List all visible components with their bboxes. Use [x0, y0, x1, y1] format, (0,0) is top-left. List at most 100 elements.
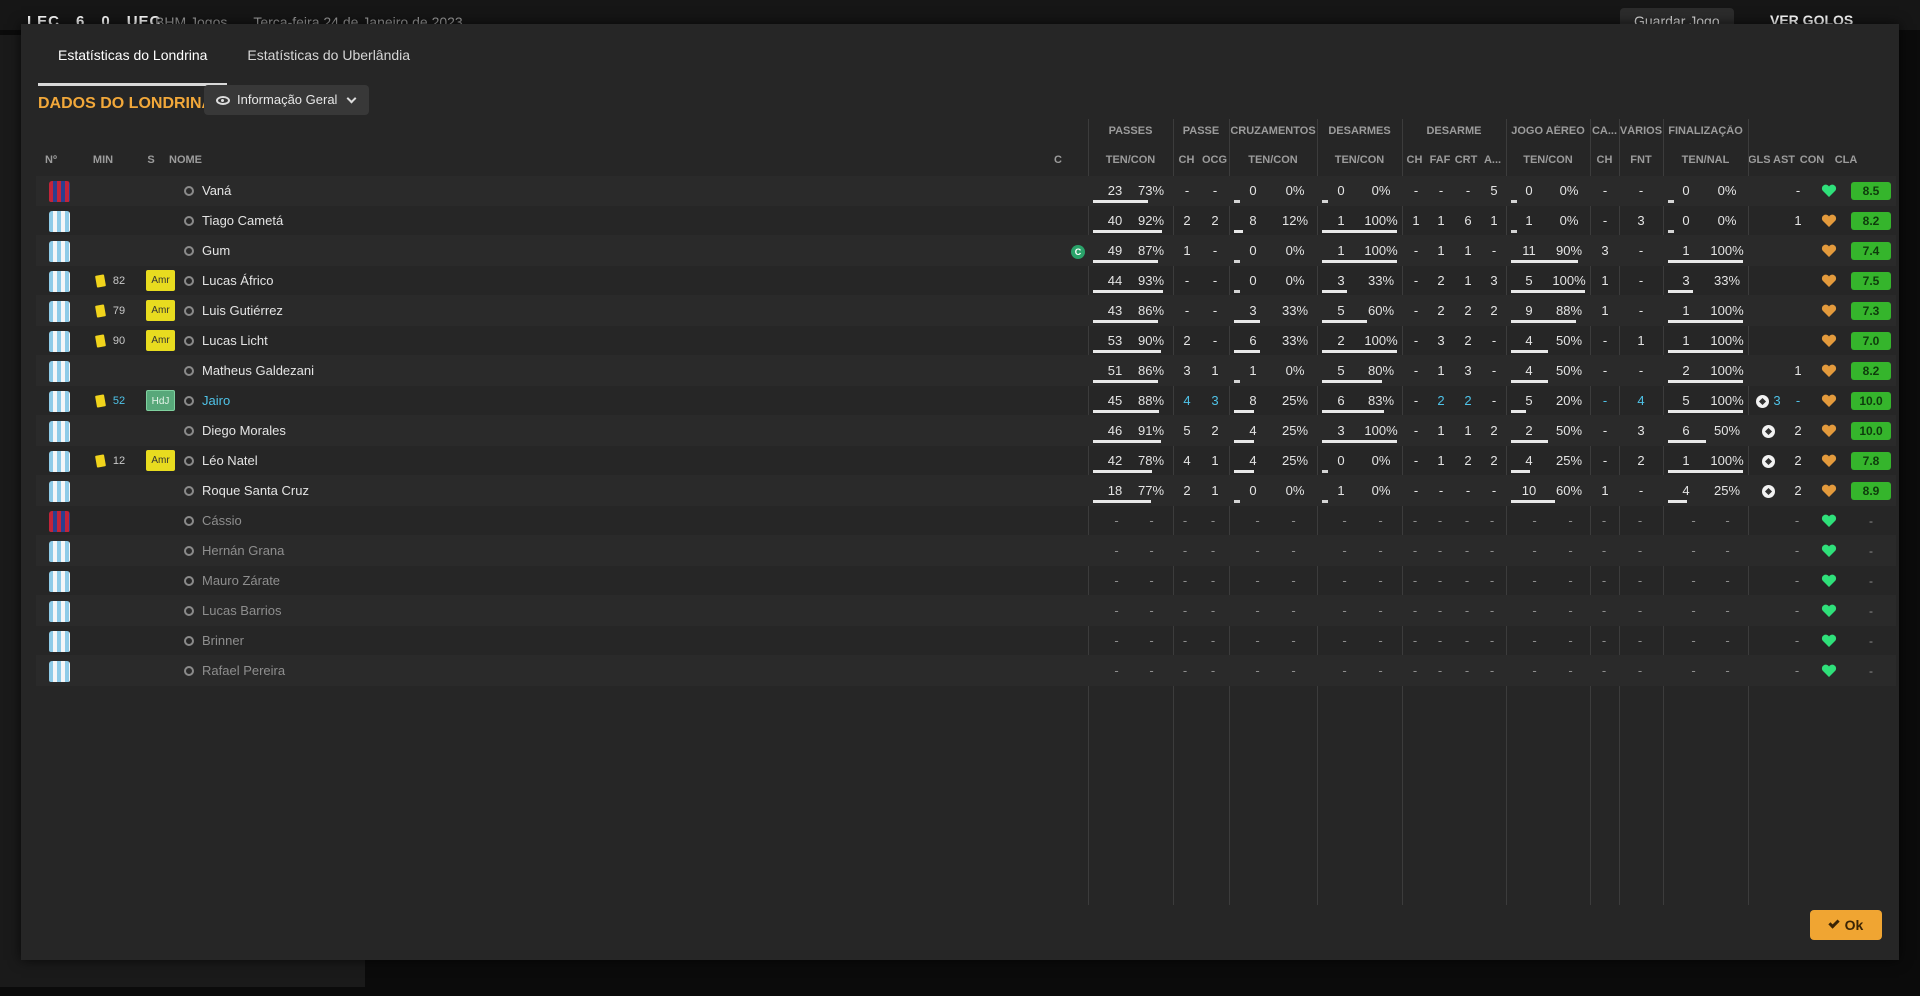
stat-empty: -: [1568, 663, 1573, 678]
table-row[interactable]: Diego Morales 46 91% 5 2 4 25% 3 100% -1 1 2 2 50% -3 6…: [36, 416, 1896, 446]
column-header-ch[interactable]: CH: [1173, 154, 1200, 166]
success-rate-bar: [1668, 290, 1693, 293]
table-row[interactable]: Matheus Galdezani 51 86% 3 1 1 0% 5 80% -1 3-4 50% -…: [36, 356, 1896, 386]
column-header-cla[interactable]: CLA: [1826, 154, 1866, 166]
column-header-a[interactable]: A...: [1479, 154, 1506, 166]
table-row[interactable]: Roque Santa Cruz 18 77% 2 1 0 0% 1 0% - - - -10 60% 1-…: [36, 476, 1896, 506]
player-name[interactable]: Vaná: [184, 176, 231, 206]
shirt-icon: [49, 301, 70, 322]
table-row[interactable]: Lucas Barrios - - - - - - - - - - - - - - - - - - - -: [36, 596, 1896, 626]
clear-chances: 1: [1211, 483, 1219, 498]
stat-empty: -: [1255, 513, 1260, 528]
column-header-fnt[interactable]: FNT: [1619, 154, 1663, 166]
player-name-text: Vaná: [202, 183, 232, 198]
player-name-text: Jairo: [202, 393, 231, 408]
column-header-faf[interactable]: FAF: [1427, 154, 1453, 166]
player-name[interactable]: Lucas Áfrico: [184, 266, 274, 296]
interceptions: 2: [1490, 453, 1498, 468]
player-name[interactable]: Lucas Barrios: [184, 596, 281, 626]
column-header-ast[interactable]: AST: [1770, 154, 1798, 166]
column-header-min[interactable]: MIN: [90, 154, 116, 166]
success-rate-bar: [1234, 470, 1254, 473]
column-header-passes[interactable]: TEN/CON: [1088, 154, 1173, 166]
view-dropdown[interactable]: Informação Geral: [204, 85, 370, 115]
table-row[interactable]: 12 Amr Léo Natel 42 78% 4 1 4 25% 0 0% -1 2 2 4 25% -2 1 1…: [36, 446, 1896, 476]
stat-empty: -: [1149, 663, 1154, 678]
shirt-icon: [49, 511, 70, 532]
table-row[interactable]: 52 HdJ Jairo 45 88% 4 3 8 25% 6 83% -2 2-5 20% -4 5 100%…: [36, 386, 1896, 416]
shots-attempted: 0: [1682, 213, 1690, 228]
player-name[interactable]: Diego Morales: [184, 416, 286, 446]
heart-icon: [1821, 394, 1837, 408]
column-header-d-ch[interactable]: CH: [1402, 154, 1427, 166]
column-header-tackles[interactable]: TEN/CON: [1317, 154, 1402, 166]
table-row[interactable]: 82 Amr Lucas Áfrico 44 93% - -0 0% 3 33% -2 1 3 5 100%…: [36, 266, 1896, 296]
group-header-ca: CA...: [1591, 125, 1618, 137]
player-name-text: Rafael Pereira: [202, 663, 286, 678]
player-name[interactable]: Hernán Grana: [184, 536, 284, 566]
table-row[interactable]: Gum C 49 87% 1-0 0% 1 100% -1 1-11 90% 3-1 100% 7.4: [36, 236, 1896, 266]
ok-button[interactable]: Ok: [1810, 910, 1882, 940]
success-rate-bar: [1234, 290, 1240, 293]
stat-empty: -: [1489, 633, 1495, 648]
column-header-c[interactable]: C: [1051, 154, 1065, 166]
tab-home-stats[interactable]: Estatísticas do Londrina: [38, 24, 228, 86]
table-row[interactable]: Tiago Cametá 40 92% 2 2 8 12% 1 100% 1 1 6 1 1 0% -3 0 0%…: [36, 206, 1896, 236]
column-header-cross[interactable]: TEN/CON: [1229, 154, 1317, 166]
stat-empty: -: [1291, 573, 1296, 588]
player-name[interactable]: Rafael Pereira: [184, 656, 285, 686]
match-stats-dialog: Estatísticas do Londrina Estatísticas do…: [21, 24, 1899, 960]
stat-empty: -: [1114, 663, 1119, 678]
column-header-name[interactable]: NOME: [169, 154, 229, 166]
column-header-s[interactable]: S: [144, 154, 158, 166]
table-row[interactable]: 90 Amr Lucas Licht 53 90% 2-6 33% 2 100% -3 2-4 50%…: [36, 326, 1896, 356]
stat-empty: -: [1464, 513, 1470, 528]
table-row[interactable]: 79 Amr Luis Gutiérrez 43 86% - -3 33% 5 60% -2 2 2 9 8…: [36, 296, 1896, 326]
tab-away-stats[interactable]: Estatísticas do Uberlândia: [227, 24, 430, 86]
success-rate-bar: [1322, 350, 1397, 353]
column-header-no[interactable]: Nº: [37, 154, 65, 166]
aerial-won-pct: 50%: [1555, 363, 1583, 378]
column-header-aerial[interactable]: TEN/CON: [1506, 154, 1590, 166]
fouls-against: -: [1638, 303, 1644, 318]
success-rate-bar: [1511, 290, 1585, 293]
stat-empty: -: [1725, 633, 1730, 648]
player-name-text: Diego Morales: [202, 423, 286, 438]
fouls-against: -: [1638, 363, 1644, 378]
success-rate-bar: [1668, 470, 1743, 473]
player-name[interactable]: Cássio: [184, 506, 242, 536]
table-row[interactable]: Brinner - - - - - - - - - - - - - - - - - - - -: [36, 626, 1896, 656]
player-name[interactable]: Brinner: [184, 626, 244, 656]
table-row[interactable]: Vaná 23 73% - -0 0% 0 0% - - -5 0 0% - -0 0% -8.5: [36, 176, 1896, 206]
column-header-crt[interactable]: CRT: [1453, 154, 1479, 166]
success-rate-bar: [1234, 500, 1240, 503]
stat-empty: -: [1794, 633, 1800, 648]
stat-empty: -: [1182, 603, 1188, 618]
column-header-ocg[interactable]: OCG: [1200, 154, 1229, 166]
player-name[interactable]: Lucas Licht: [184, 326, 268, 356]
assists: 2: [1794, 453, 1802, 468]
player-name-text: Lucas Barrios: [202, 603, 282, 618]
player-name[interactable]: Léo Natel: [184, 446, 258, 476]
player-name[interactable]: Roque Santa Cruz: [184, 476, 309, 506]
player-name[interactable]: Luis Gutiérrez: [184, 296, 283, 326]
column-header-gls[interactable]: GLS: [1748, 154, 1770, 166]
table-row[interactable]: Hernán Grana - - - - - - - - - - - - - - - - - - - -: [36, 536, 1896, 566]
player-name[interactable]: Mauro Zárate: [184, 566, 280, 596]
column-header-shots[interactable]: TEN/NAL: [1663, 154, 1748, 166]
player-name[interactable]: Matheus Galdezani: [184, 356, 314, 386]
player-name-text: Lucas Áfrico: [202, 273, 274, 288]
interceptions: -: [1491, 243, 1497, 258]
player-rating: 7.0: [1851, 332, 1891, 350]
column-header-con[interactable]: CON: [1798, 154, 1826, 166]
success-rate-bar: [1511, 200, 1517, 203]
column-header-ca-ch[interactable]: CH: [1590, 154, 1619, 166]
table-row[interactable]: Mauro Zárate - - - - - - - - - - - - - - - - - - - -: [36, 566, 1896, 596]
success-rate-bar: [1668, 200, 1674, 203]
fouls-against: -: [1638, 243, 1644, 258]
player-name[interactable]: Gum: [184, 236, 230, 266]
player-name[interactable]: Tiago Cametá: [184, 206, 283, 236]
table-row[interactable]: Cássio - - - - - - - - - - - - - - - - - - - -: [36, 506, 1896, 536]
player-name[interactable]: Jairo: [184, 386, 230, 416]
table-row[interactable]: Rafael Pereira - - - - - - - - - - - - - - - - - - - -: [36, 656, 1896, 686]
